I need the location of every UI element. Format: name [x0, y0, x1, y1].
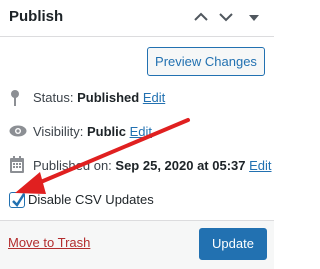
- calendar-icon: [9, 156, 25, 174]
- pin-icon: [9, 89, 21, 107]
- publish-panel: Publish Preview Changes Status: Publishe…: [0, 0, 274, 269]
- preview-changes-button[interactable]: Preview Changes: [147, 47, 265, 76]
- status-edit-link[interactable]: Edit: [143, 90, 165, 105]
- visibility-value: Public: [86, 124, 126, 139]
- disable-csv-checkbox[interactable]: [9, 192, 26, 208]
- chevron-down-icon[interactable]: [216, 7, 236, 27]
- status-label: Status:: [33, 90, 78, 105]
- published-on-value: Sep 25, 2020 at 05:37: [115, 158, 246, 173]
- eye-icon: [9, 125, 27, 137]
- panel-title: Publish: [9, 8, 64, 25]
- published-on-edit-link[interactable]: Edit: [249, 158, 271, 173]
- triangle-down-icon[interactable]: [244, 7, 264, 27]
- chevron-up-icon[interactable]: [191, 7, 211, 27]
- update-button[interactable]: Update: [199, 228, 267, 260]
- panel-footer: Move to Trash Update: [0, 220, 274, 269]
- panel-header: Publish: [0, 0, 274, 37]
- published-on-label: Published on:: [33, 158, 116, 173]
- visibility-label: Visibility:: [33, 124, 87, 139]
- visibility-edit-link[interactable]: Edit: [130, 124, 152, 139]
- status-value: Published: [77, 90, 140, 105]
- move-to-trash-link[interactable]: Move to Trash: [8, 235, 90, 250]
- disable-csv-label[interactable]: Disable CSV Updates: [28, 192, 154, 207]
